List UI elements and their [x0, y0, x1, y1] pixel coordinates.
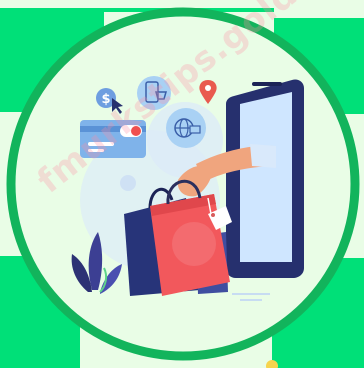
shopping-illustration: $ — [0, 0, 364, 368]
globe-icon — [166, 108, 206, 148]
mobile-cart-icon — [137, 76, 171, 110]
illustration-canvas: $ fmurkstips.gold — [0, 0, 364, 368]
credit-card-icon — [80, 120, 146, 158]
svg-text:$: $ — [101, 92, 110, 107]
smartphone-icon — [226, 79, 304, 279]
